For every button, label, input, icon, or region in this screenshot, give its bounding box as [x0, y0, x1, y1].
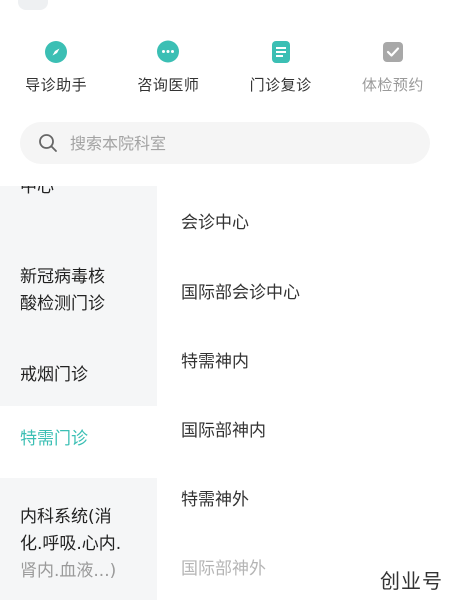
category-label: 特需门诊 [20, 429, 88, 449]
checkbox-icon [381, 40, 405, 64]
category-item[interactable]: 戒烟门诊 [0, 346, 157, 406]
chat-bubble-icon [156, 40, 180, 64]
search-icon [39, 134, 57, 152]
category-sidebar: 中心 新冠病毒核 酸检测门诊 戒烟门诊 特需门诊 内科系统(消 化.呼吸.心内.… [0, 186, 157, 600]
category-item-active[interactable]: 特需门诊 [0, 406, 157, 478]
category-item[interactable]: 中心 [0, 186, 157, 246]
quick-nav: 导诊助手 咨询医师 门诊复诊 体检预约 [0, 40, 449, 102]
category-label: 内科系统(消 化.呼吸.心内. 肾内.血液...) [20, 507, 122, 581]
department-item[interactable]: 国际部神内 [181, 416, 266, 441]
avatar [18, 0, 48, 10]
quick-nav-follow-up[interactable]: 门诊复诊 [225, 40, 337, 102]
department-list: 会诊中心 国际部会诊中心 特需神内 国际部神内 特需神外 国际部神外 [157, 186, 449, 600]
quick-nav-label: 导诊助手 [25, 76, 88, 94]
category-item[interactable]: 内科系统(消 化.呼吸.心内. 肾内.血液...) [0, 478, 157, 600]
compass-icon [44, 40, 68, 64]
search-bar[interactable] [20, 122, 430, 164]
category-label: 戒烟门诊 [20, 365, 88, 385]
quick-nav-triage-assistant[interactable]: 导诊助手 [0, 40, 112, 102]
category-item[interactable]: 新冠病毒核 酸检测门诊 [0, 246, 157, 346]
document-icon [269, 40, 293, 64]
department-item[interactable]: 国际部神外 [181, 554, 266, 579]
quick-nav-consult-doctor[interactable]: 咨询医师 [112, 40, 224, 102]
watermark: 创业号 [380, 569, 443, 593]
quick-nav-label: 门诊复诊 [249, 76, 312, 94]
department-item[interactable]: 会诊中心 [181, 208, 249, 233]
department-item[interactable]: 特需神外 [181, 485, 249, 510]
quick-nav-checkup-booking[interactable]: 体检预约 [337, 40, 449, 102]
department-item[interactable]: 国际部会诊中心 [181, 278, 300, 303]
department-item[interactable]: 特需神内 [181, 347, 249, 372]
quick-nav-label: 咨询医师 [137, 76, 200, 94]
search-input[interactable] [68, 132, 392, 154]
category-label: 中心 [20, 186, 54, 197]
quick-nav-label: 体检预约 [361, 76, 424, 94]
status-strip [0, 0, 449, 22]
department-browser: 中心 新冠病毒核 酸检测门诊 戒烟门诊 特需门诊 内科系统(消 化.呼吸.心内.… [0, 186, 449, 600]
category-label: 新冠病毒核 酸检测门诊 [20, 267, 105, 314]
